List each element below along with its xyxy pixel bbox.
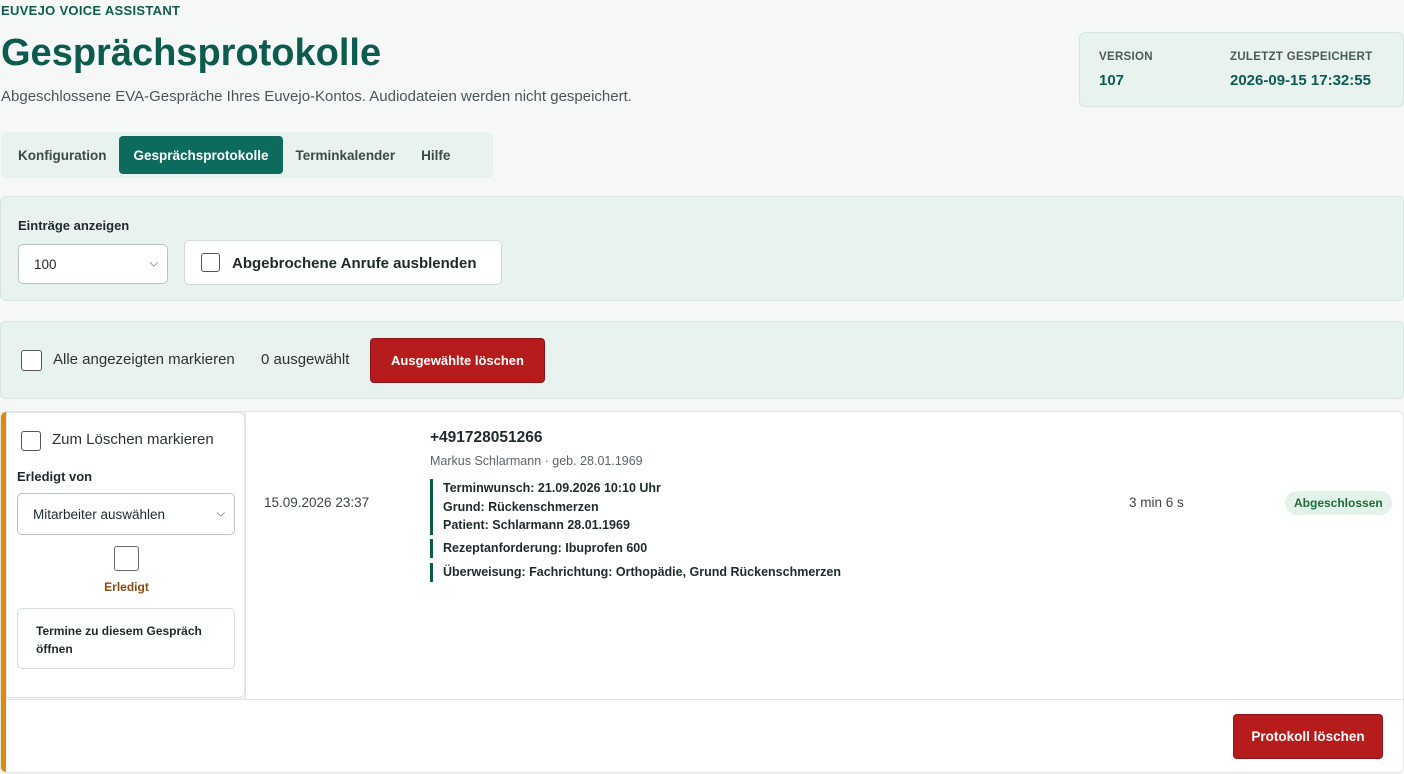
note-line: Patient: Schlarmann 28.01.1969 [443,518,630,532]
note-appointment-request: Terminwunsch: 21.09.2026 10:10 Uhr Grund… [430,479,661,535]
entries-select-value: 100 [34,256,57,272]
done-by-label: Erledigt von [17,469,93,484]
last-saved-value: 2026-09-15 17:32:55 [1230,72,1371,89]
note-line: Überweisung: Fachrichtung: Orthopädie, G… [443,565,841,579]
mark-delete-checkbox[interactable] [21,431,41,451]
protocol-sidebar: Zum Löschen markieren Erledigt von Mitar… [6,412,246,699]
call-duration: 3 min 6 s [1129,495,1184,510]
delete-selected-button[interactable]: Ausgewählte löschen [370,338,545,383]
status-badge: Abgeschlossen [1285,491,1392,515]
entries-select[interactable]: 100 ⌵ [18,244,168,284]
protocol-card-footer: Protokoll löschen [6,699,1403,772]
main-tabs: Konfiguration Gesprächsprotokolle Termin… [1,132,493,178]
selected-count: 0 ausgewählt [261,351,350,368]
employee-select[interactable]: Mitarbeiter auswählen ⌵ [17,493,235,535]
tab-gespraechsprotokolle[interactable]: Gesprächsprotokolle [119,136,283,174]
entries-label: Einträge anzeigen [18,218,130,233]
hide-aborted-label: Abgebrochene Anrufe ausblenden [232,255,477,272]
version-value: 107 [1099,72,1125,89]
select-all-checkbox[interactable] [21,350,42,371]
version-block: VERSION 107 [1099,51,1153,89]
note-prescription: Rezeptanforderung: Ibuprofen 600 [430,539,647,558]
note-line: Terminwunsch: 21.09.2026 10:10 Uhr [443,481,661,495]
caller-name: Markus Schlarmann · geb. 28.01.1969 [430,454,643,468]
select-all-label: Alle angezeigten markieren [53,351,235,368]
tab-hilfe[interactable]: Hilfe [408,136,463,174]
done-checkbox[interactable] [114,546,139,571]
bulk-actions-panel: Alle angezeigten markieren 0 ausgewählt … [0,321,1404,399]
last-saved-block: ZULETZT GESPEICHERT 2026-09-15 17:32:55 [1230,51,1372,89]
caller-phone: +491728051266 [430,429,543,446]
filter-panel: Einträge anzeigen 100 ⌵ Abgebrochene Anr… [0,196,1404,301]
employee-select-value: Mitarbeiter auswählen [33,506,166,522]
page-title: Gesprächsprotokolle [1,32,382,74]
call-date: 15.09.2026 23:37 [264,495,370,510]
hide-aborted-checkbox[interactable] [201,253,220,272]
delete-protocol-button[interactable]: Protokoll löschen [1233,714,1383,759]
chevron-down-icon: ⌵ [149,257,158,270]
tab-terminkalender[interactable]: Terminkalender [283,136,409,174]
note-line: Rezeptanforderung: Ibuprofen 600 [443,541,648,555]
version-label: VERSION [1099,51,1153,63]
chevron-down-icon: ⌵ [216,507,225,520]
open-appointments-button[interactable]: Termine zu diesem Gespräch öffnen [17,608,235,669]
protocol-sidebar-inner: Zum Löschen markieren Erledigt von Mitar… [6,412,245,698]
version-info-panel: VERSION 107 ZULETZT GESPEICHERT 2026-09-… [1079,32,1404,107]
protocol-card: Zum Löschen markieren Erledigt von Mitar… [0,411,1404,773]
note-referral: Überweisung: Fachrichtung: Orthopädie, G… [430,563,841,582]
mark-delete-label: Zum Löschen markieren [52,431,214,448]
app-eyebrow: EUVEJO VOICE ASSISTANT [1,3,181,18]
last-saved-label: ZULETZT GESPEICHERT [1230,51,1373,63]
done-label: Erledigt [104,580,149,594]
hide-aborted-toggle[interactable]: Abgebrochene Anrufe ausblenden [184,240,502,285]
page-subtitle: Abgeschlossene EVA-Gespräche Ihres Euvej… [1,88,632,105]
tab-konfiguration[interactable]: Konfiguration [5,136,119,174]
note-line: Grund: Rückenschmerzen [443,499,599,514]
